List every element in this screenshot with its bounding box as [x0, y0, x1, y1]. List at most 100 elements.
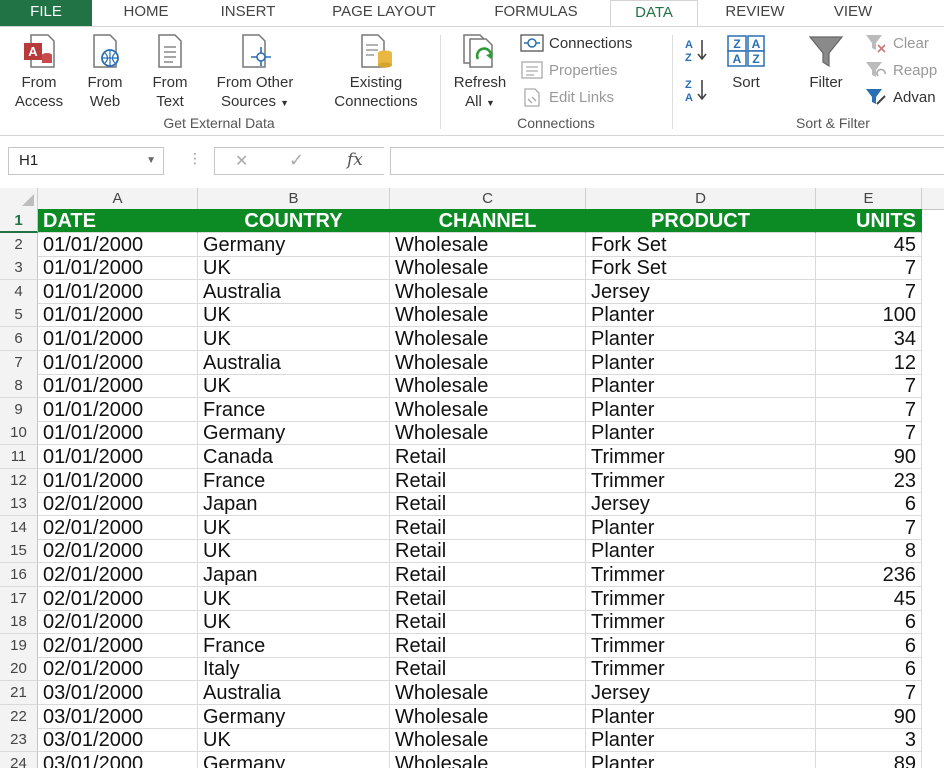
cell-country[interactable]: Australia — [198, 279, 390, 304]
cell-units[interactable]: 3 — [816, 728, 922, 753]
cell-channel[interactable]: Wholesale — [390, 232, 586, 257]
cell-units[interactable]: 7 — [816, 421, 922, 446]
cell-units[interactable]: 6 — [816, 633, 922, 658]
row-number[interactable]: 11 — [0, 445, 38, 469]
cell-product[interactable]: Jersey — [586, 279, 816, 304]
cell-country[interactable]: France — [198, 633, 390, 658]
cell-units[interactable]: 90 — [816, 704, 922, 729]
filter-button[interactable]: Filter — [796, 33, 856, 92]
cell-units[interactable]: 8 — [816, 539, 922, 564]
cell-units[interactable]: 89 — [816, 751, 922, 768]
cell-channel[interactable]: Retail — [390, 610, 586, 635]
cell-channel[interactable]: Retail — [390, 468, 586, 493]
cell-channel[interactable]: Wholesale — [390, 704, 586, 729]
reapply-button[interactable]: Reapp — [864, 60, 937, 80]
cell-country[interactable]: UK — [198, 515, 390, 540]
cell-channel[interactable]: Retail — [390, 657, 586, 682]
row-number[interactable]: 19 — [0, 633, 38, 658]
header-cell-date[interactable]: DATE — [38, 209, 198, 233]
cell-country[interactable]: UK — [198, 539, 390, 564]
tab-home[interactable]: HOME — [104, 0, 188, 26]
cell-units[interactable]: 7 — [816, 256, 922, 281]
row-number[interactable]: 2 — [0, 232, 38, 257]
insert-function-icon[interactable]: fx — [347, 150, 363, 170]
row-number[interactable]: 12 — [0, 468, 38, 493]
cell-country[interactable]: Germany — [198, 751, 390, 768]
tab-data[interactable]: DATA — [610, 0, 698, 26]
row-number[interactable]: 16 — [0, 563, 38, 587]
row-number[interactable]: 5 — [0, 303, 38, 328]
cell-date[interactable]: 02/01/2000 — [38, 633, 198, 658]
cell-country[interactable]: UK — [198, 327, 390, 351]
row-number[interactable]: 9 — [0, 397, 38, 422]
cell-product[interactable]: Trimmer — [586, 468, 816, 493]
header-cell-units[interactable]: UNITS — [816, 209, 922, 233]
row-number[interactable]: 1 — [0, 209, 38, 233]
cell-date[interactable]: 02/01/2000 — [38, 515, 198, 540]
cell-country[interactable]: Germany — [198, 421, 390, 446]
cell-date[interactable]: 02/01/2000 — [38, 610, 198, 635]
refresh-all-button[interactable]: Refresh All ▼ — [446, 33, 514, 113]
cell-date[interactable]: 02/01/2000 — [38, 492, 198, 517]
row-number[interactable]: 6 — [0, 327, 38, 351]
cell-product[interactable]: Trimmer — [586, 657, 816, 682]
cell-product[interactable]: Trimmer — [586, 610, 816, 635]
cell-date[interactable]: 03/01/2000 — [38, 681, 198, 705]
from-text-button[interactable]: From Text — [142, 33, 198, 111]
column-header-d[interactable]: D — [586, 188, 816, 209]
cell-country[interactable]: UK — [198, 586, 390, 611]
cell-units[interactable]: 6 — [816, 657, 922, 682]
tab-formulas[interactable]: FORMULAS — [474, 0, 598, 26]
row-number[interactable]: 4 — [0, 279, 38, 304]
cell-country[interactable]: France — [198, 397, 390, 422]
cancel-icon[interactable]: ✕ — [235, 151, 248, 171]
connections-button[interactable]: Connections — [520, 33, 632, 53]
formula-input[interactable] — [390, 147, 944, 175]
cell-channel[interactable]: Retail — [390, 633, 586, 658]
cell-date[interactable]: 01/01/2000 — [38, 256, 198, 281]
cell-product[interactable]: Planter — [586, 350, 816, 375]
cell-units[interactable]: 7 — [816, 515, 922, 540]
row-number[interactable]: 10 — [0, 421, 38, 446]
tab-page-layout[interactable]: PAGE LAYOUT — [310, 0, 458, 26]
cell-units[interactable]: 45 — [816, 232, 922, 257]
tab-insert[interactable]: INSERT — [204, 0, 292, 26]
cell-date[interactable]: 01/01/2000 — [38, 421, 198, 446]
cell-product[interactable]: Planter — [586, 539, 816, 564]
header-cell-channel[interactable]: CHANNEL — [390, 209, 586, 233]
cell-date[interactable]: 03/01/2000 — [38, 704, 198, 729]
cell-date[interactable]: 02/01/2000 — [38, 563, 198, 587]
cell-channel[interactable]: Wholesale — [390, 374, 586, 399]
cell-date[interactable]: 01/01/2000 — [38, 445, 198, 469]
column-header-e[interactable]: E — [816, 188, 922, 209]
cell-channel[interactable]: Wholesale — [390, 681, 586, 705]
row-number[interactable]: 13 — [0, 492, 38, 517]
column-header-b[interactable]: B — [198, 188, 390, 209]
cell-product[interactable]: Planter — [586, 327, 816, 351]
cell-units[interactable]: 6 — [816, 492, 922, 517]
tab-file[interactable]: FILE — [0, 0, 92, 26]
cell-product[interactable]: Jersey — [586, 492, 816, 517]
cell-product[interactable]: Trimmer — [586, 586, 816, 611]
cell-channel[interactable]: Wholesale — [390, 751, 586, 768]
cell-country[interactable]: Germany — [198, 232, 390, 257]
cell-product[interactable]: Fork Set — [586, 256, 816, 281]
tab-review[interactable]: REVIEW — [712, 0, 798, 26]
row-number[interactable]: 7 — [0, 350, 38, 375]
column-header-a[interactable]: A — [38, 188, 198, 209]
row-number[interactable]: 18 — [0, 610, 38, 635]
cell-product[interactable]: Trimmer — [586, 633, 816, 658]
row-number[interactable]: 3 — [0, 256, 38, 281]
cell-units[interactable]: 7 — [816, 681, 922, 705]
sort-a-to-z-button[interactable]: A Z — [684, 37, 715, 63]
cell-units[interactable]: 34 — [816, 327, 922, 351]
header-cell-country[interactable]: COUNTRY — [198, 209, 390, 233]
cell-product[interactable]: Trimmer — [586, 563, 816, 587]
cell-country[interactable]: UK — [198, 256, 390, 281]
cell-channel[interactable]: Wholesale — [390, 327, 586, 351]
properties-button[interactable]: Properties — [520, 60, 617, 80]
select-all-corner[interactable] — [0, 188, 38, 209]
row-number[interactable]: 8 — [0, 374, 38, 399]
cell-units[interactable]: 7 — [816, 374, 922, 399]
cell-date[interactable]: 02/01/2000 — [38, 657, 198, 682]
